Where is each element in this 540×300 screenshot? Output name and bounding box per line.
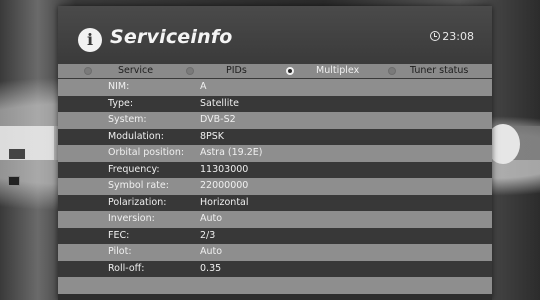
row-value: 8PSK xyxy=(200,130,225,142)
row-label: Orbital position: xyxy=(108,147,185,158)
info-row-symbol-rate: Symbol rate: 22000000 xyxy=(58,178,492,195)
radio-dot-icon xyxy=(388,67,396,75)
info-row-modulation: Modulation: 8PSK xyxy=(58,128,492,145)
row-label: NIM: xyxy=(108,81,130,92)
row-value: DVB-S2 xyxy=(200,114,236,125)
row-label: Roll-off: xyxy=(108,262,145,274)
info-row-nim: NIM: A xyxy=(58,79,492,96)
info-row-inversion: Inversion: Auto xyxy=(58,211,492,228)
tab-bar: Service PIDs Multiplex Tuner status xyxy=(58,64,492,78)
multiplex-info-list: NIM: A Type: Satellite System: DVB-S2 Modul… xyxy=(58,79,492,294)
clock-icon xyxy=(430,31,441,41)
info-row-frequency: Frequency: 11303000 xyxy=(58,161,492,178)
tab-label: Tuner status xyxy=(410,65,469,76)
page-title: Serviceinfo xyxy=(110,26,233,48)
radio-dot-icon xyxy=(84,67,92,75)
radio-dot-selected-icon xyxy=(286,67,294,75)
row-value: Astra (19.2E) xyxy=(200,147,263,158)
tab-label: PIDs xyxy=(226,65,247,76)
row-value: Horizontal xyxy=(200,196,249,208)
row-label: Polarization: xyxy=(108,196,167,208)
info-row-roll-off: Roll-off: 0.35 xyxy=(58,260,492,277)
tab-label: Service xyxy=(118,65,154,76)
radio-dot-icon xyxy=(186,67,194,75)
info-row-type: Type: Satellite xyxy=(58,95,492,112)
row-label: Type: xyxy=(108,97,134,109)
info-row-empty xyxy=(58,277,492,294)
serviceinfo-panel: i Serviceinfo 23:08 Service PIDs Multipl… xyxy=(58,6,492,300)
info-row-orbital-position: Orbital position: Astra (19.2E) xyxy=(58,145,492,162)
row-label: Frequency: xyxy=(108,163,160,175)
row-value: A xyxy=(200,81,207,92)
row-value: 2/3 xyxy=(200,229,216,241)
info-row-polarization: Polarization: Horizontal xyxy=(58,194,492,211)
row-value: Auto xyxy=(200,246,223,257)
info-row-pilot: Pilot: Auto xyxy=(58,244,492,261)
clock: 23:08 xyxy=(430,30,474,43)
row-label: FEC: xyxy=(108,229,130,241)
info-icon: i xyxy=(78,28,102,52)
clock-time: 23:08 xyxy=(442,30,474,43)
row-value: Auto xyxy=(200,213,223,224)
row-value: 22000000 xyxy=(200,180,249,191)
row-label: Inversion: xyxy=(108,213,155,224)
background-thumbnail xyxy=(8,148,26,160)
row-label: Symbol rate: xyxy=(108,180,169,191)
row-label: System: xyxy=(108,114,147,125)
row-label: Pilot: xyxy=(108,246,132,257)
background-thumbnail xyxy=(8,176,20,186)
row-value: 0.35 xyxy=(200,262,222,274)
row-value: 11303000 xyxy=(200,163,249,175)
info-row-fec: FEC: 2/3 xyxy=(58,227,492,244)
info-row-system: System: DVB-S2 xyxy=(58,112,492,129)
row-label: Modulation: xyxy=(108,130,164,142)
header: i Serviceinfo 23:08 xyxy=(58,6,492,62)
row-value: Satellite xyxy=(200,97,239,109)
tab-label: Multiplex xyxy=(316,65,360,76)
